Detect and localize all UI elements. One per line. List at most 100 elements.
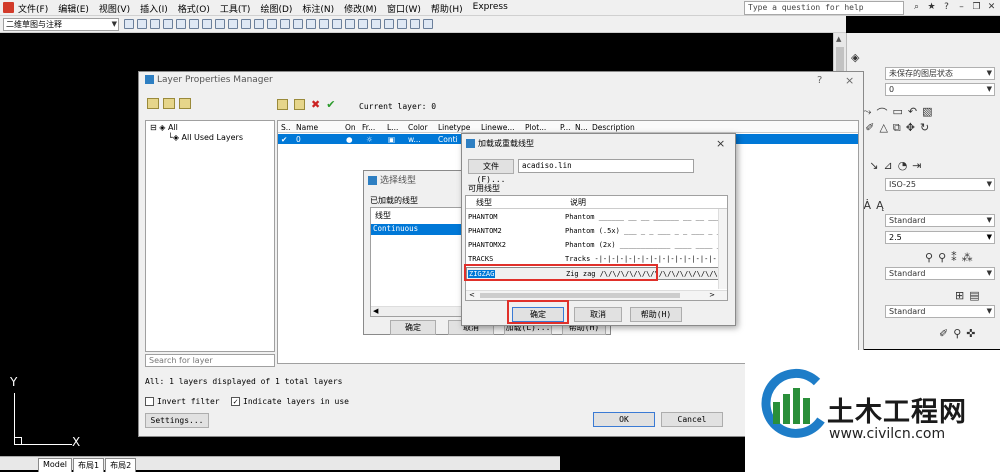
col-color[interactable]: Color bbox=[408, 123, 428, 132]
publish-icon[interactable] bbox=[202, 19, 212, 29]
open-file-icon[interactable] bbox=[150, 19, 160, 29]
scroll-left-icon[interactable]: ◀ bbox=[373, 307, 378, 315]
minimize-icon[interactable]: – bbox=[955, 1, 968, 14]
col-on[interactable]: On bbox=[345, 123, 356, 132]
dimension-aligned-icon[interactable]: ↘ bbox=[869, 159, 878, 172]
delete-layer-icon[interactable]: ✖ bbox=[311, 98, 320, 111]
text-scale-icon[interactable]: Ȧ bbox=[864, 199, 872, 212]
list-item[interactable]: PHANTOM Phantom ______ __ __ ______ __ __… bbox=[466, 211, 727, 224]
help-icon[interactable] bbox=[423, 19, 433, 29]
mleader-collect-icon[interactable]: ⁂ bbox=[962, 251, 973, 264]
tree-node-all[interactable]: ⊟ ◈ All bbox=[150, 123, 178, 132]
lpm-close-button[interactable]: × bbox=[845, 74, 854, 87]
dimension-radius-icon[interactable]: ◔ bbox=[898, 159, 908, 172]
print-icon[interactable] bbox=[176, 19, 186, 29]
col-status[interactable]: S.. bbox=[281, 123, 291, 132]
zoom-extents-icon[interactable]: ⚲ bbox=[953, 327, 961, 340]
horizontal-scrollbar[interactable]: < > bbox=[466, 290, 727, 300]
copy-icon[interactable] bbox=[228, 19, 238, 29]
lpm-help-button[interactable]: ? bbox=[817, 75, 822, 86]
cancel-button[interactable]: Cancel bbox=[661, 412, 723, 427]
search-layer-input[interactable]: Search for layer bbox=[145, 354, 275, 367]
menu-edit[interactable]: 编辑(E) bbox=[58, 2, 89, 15]
settings-icon[interactable] bbox=[124, 19, 134, 29]
mleader-style-select[interactable]: Standard ▼ bbox=[885, 267, 995, 280]
new-group-filter-icon[interactable] bbox=[163, 98, 175, 109]
markup-icon[interactable] bbox=[397, 19, 407, 29]
new-property-filter-icon[interactable] bbox=[147, 98, 159, 109]
autocad-app-icon[interactable] bbox=[3, 2, 14, 13]
indicate-layers-checkbox[interactable]: ✓ Indicate layers in use bbox=[231, 397, 349, 406]
scroll-left-icon[interactable]: < bbox=[469, 291, 475, 299]
dimension-angular-icon[interactable]: ⊿ bbox=[883, 159, 892, 172]
dimension-baseline-icon[interactable]: ⇥ bbox=[912, 159, 921, 172]
menu-help[interactable]: 帮助(H) bbox=[431, 2, 463, 15]
invert-filter-checkbox[interactable]: Invert filter bbox=[145, 397, 220, 406]
sheet-set-icon[interactable] bbox=[384, 19, 394, 29]
tab-model[interactable]: Model bbox=[38, 458, 73, 472]
arc-icon[interactable]: ⌒ bbox=[876, 105, 887, 121]
layer-linetype[interactable]: Conti bbox=[438, 135, 458, 144]
mleader-align-icon[interactable]: ⁑ bbox=[951, 251, 957, 264]
col-linetype[interactable]: 线型 bbox=[476, 197, 492, 208]
properties-icon[interactable] bbox=[345, 19, 355, 29]
select-ok-button[interactable]: 确定 bbox=[390, 320, 436, 335]
mleader-icon[interactable]: ⚲ bbox=[925, 251, 933, 264]
col-name[interactable]: Name bbox=[296, 123, 318, 132]
search-icon[interactable]: ⌕ bbox=[910, 1, 923, 14]
pan-icon[interactable] bbox=[293, 19, 303, 29]
layers-icon[interactable]: ◈ bbox=[851, 51, 859, 64]
linetype-column-header[interactable]: 线型 bbox=[375, 210, 391, 221]
ok-button[interactable]: OK bbox=[593, 412, 655, 427]
new-layer-icon[interactable] bbox=[277, 99, 288, 110]
match-properties-icon[interactable] bbox=[254, 19, 264, 29]
col-freeze[interactable]: Fr... bbox=[362, 123, 375, 132]
menu-window[interactable]: 窗口(W) bbox=[387, 2, 421, 15]
menu-draw[interactable]: 绘图(D) bbox=[260, 2, 292, 15]
file-button[interactable]: 文件(F)... bbox=[468, 159, 514, 184]
menu-dimension[interactable]: 标注(N) bbox=[302, 2, 334, 15]
col-linetype[interactable]: Linetype bbox=[438, 123, 470, 132]
workspace-select[interactable]: 二维草图与注释 ▼ bbox=[3, 18, 119, 31]
move-icon[interactable]: ✥ bbox=[906, 121, 915, 135]
scroll-up-icon[interactable]: ▲ bbox=[836, 35, 841, 43]
bulb-icon[interactable]: ● bbox=[346, 135, 353, 144]
pencil-icon[interactable]: ✐ bbox=[865, 121, 874, 135]
layer-states-icon[interactable] bbox=[179, 98, 191, 109]
cut-icon[interactable] bbox=[215, 19, 225, 29]
tree-node-used[interactable]: └◈ All Used Layers bbox=[168, 133, 243, 142]
lock-icon[interactable]: ▣ bbox=[388, 135, 395, 144]
col-description[interactable]: 说明 bbox=[570, 197, 586, 208]
menu-view[interactable]: 视图(V) bbox=[99, 2, 130, 15]
restore-icon[interactable]: ❐ bbox=[970, 1, 983, 14]
new-file-icon[interactable] bbox=[137, 19, 147, 29]
menu-tools[interactable]: 工具(T) bbox=[220, 2, 251, 15]
sun-icon[interactable]: ☼ bbox=[366, 135, 373, 144]
load-cancel-button[interactable]: 取消 bbox=[574, 307, 622, 322]
set-current-icon[interactable]: ✔ bbox=[326, 98, 335, 111]
col-new-vp-freeze[interactable]: N... bbox=[575, 123, 588, 132]
help-icon[interactable]: ? bbox=[940, 1, 953, 14]
copy-icon[interactable]: ⧉ bbox=[893, 121, 901, 135]
rotate-icon[interactable]: ↻ bbox=[920, 121, 929, 135]
zoom-previous-icon[interactable] bbox=[332, 19, 342, 29]
undo-icon[interactable] bbox=[267, 19, 277, 29]
file-name-field[interactable]: acadiso.lin bbox=[518, 159, 694, 173]
col-plot-style[interactable]: Plot... bbox=[525, 123, 546, 132]
tab-layout1[interactable]: 布局1 bbox=[73, 458, 105, 472]
preview-icon[interactable] bbox=[189, 19, 199, 29]
menu-insert[interactable]: 插入(I) bbox=[140, 2, 168, 15]
redo-icon[interactable] bbox=[280, 19, 290, 29]
menu-format[interactable]: 格式(O) bbox=[178, 2, 210, 15]
col-lock[interactable]: L... bbox=[387, 123, 398, 132]
hatch-icon[interactable]: ▧ bbox=[922, 105, 932, 121]
tool-palettes-icon[interactable] bbox=[371, 19, 381, 29]
save-icon[interactable] bbox=[163, 19, 173, 29]
mleader-add-icon[interactable]: ⚲ bbox=[938, 251, 946, 264]
zoom-window-icon[interactable] bbox=[319, 19, 329, 29]
table-icon[interactable]: ⊞ bbox=[955, 289, 964, 302]
menu-file[interactable]: 文件(F) bbox=[18, 2, 48, 15]
table-style-select[interactable]: Standard ▼ bbox=[885, 305, 995, 318]
scroll-thumb[interactable] bbox=[480, 293, 680, 298]
text-style-select[interactable]: Standard ▼ bbox=[885, 214, 995, 227]
